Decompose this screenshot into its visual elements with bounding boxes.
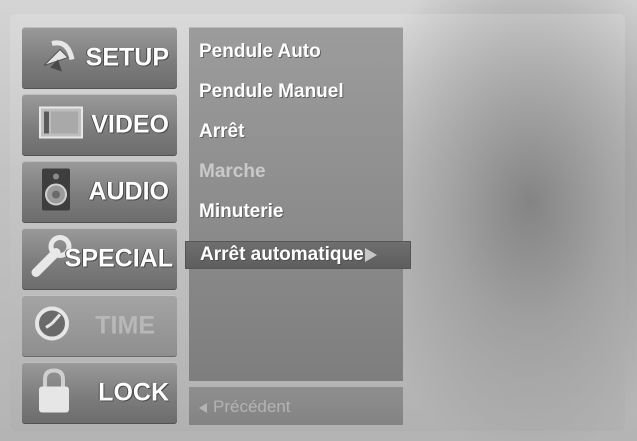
sidebar-item-time[interactable]: TIME (22, 295, 177, 357)
sidebar-item-audio[interactable]: AUDIO (22, 161, 177, 223)
back-button[interactable]: Précédent (199, 397, 291, 417)
chevron-right-icon (364, 247, 377, 262)
menu-item-pendule-auto[interactable]: Pendule Auto (199, 41, 321, 63)
padlock-icon (36, 367, 72, 420)
speaker-icon (38, 167, 74, 218)
category-sidebar: SETUP VIDEO AUDIO SPECIAL TIME LOCK (22, 27, 177, 425)
screen-icon (38, 105, 84, 146)
sidebar-item-label: TIME (95, 311, 155, 340)
sidebar-item-label: VIDEO (91, 110, 169, 139)
time-submenu: Pendule Auto Pendule Manuel Arrêt Marche… (185, 27, 411, 425)
sidebar-item-setup[interactable]: SETUP (22, 27, 177, 89)
sidebar-item-label: SETUP (85, 43, 169, 72)
menu-item-minuterie[interactable]: Minuterie (199, 201, 283, 223)
back-label: Précédent (213, 397, 291, 416)
sidebar-item-special[interactable]: SPECIAL (22, 228, 177, 290)
menu-item-arret[interactable]: Arrêt (199, 121, 244, 143)
sidebar-item-label: AUDIO (88, 177, 169, 206)
menu-item-marche[interactable]: Marche (199, 161, 266, 183)
satellite-dish-icon (38, 36, 78, 81)
menu-item-arret-automatique[interactable]: Arrêt automatique (185, 241, 411, 269)
sidebar-item-label: LOCK (98, 378, 169, 407)
sidebar-item-lock[interactable]: LOCK (22, 362, 177, 424)
menu-item-pendule-manuel[interactable]: Pendule Manuel (199, 81, 344, 103)
menu-item-label: Arrêt automatique (200, 244, 364, 265)
chevron-left-icon (199, 402, 207, 413)
sidebar-item-label: SPECIAL (64, 244, 173, 273)
clock-icon (32, 304, 72, 349)
sidebar-item-video[interactable]: VIDEO (22, 94, 177, 156)
